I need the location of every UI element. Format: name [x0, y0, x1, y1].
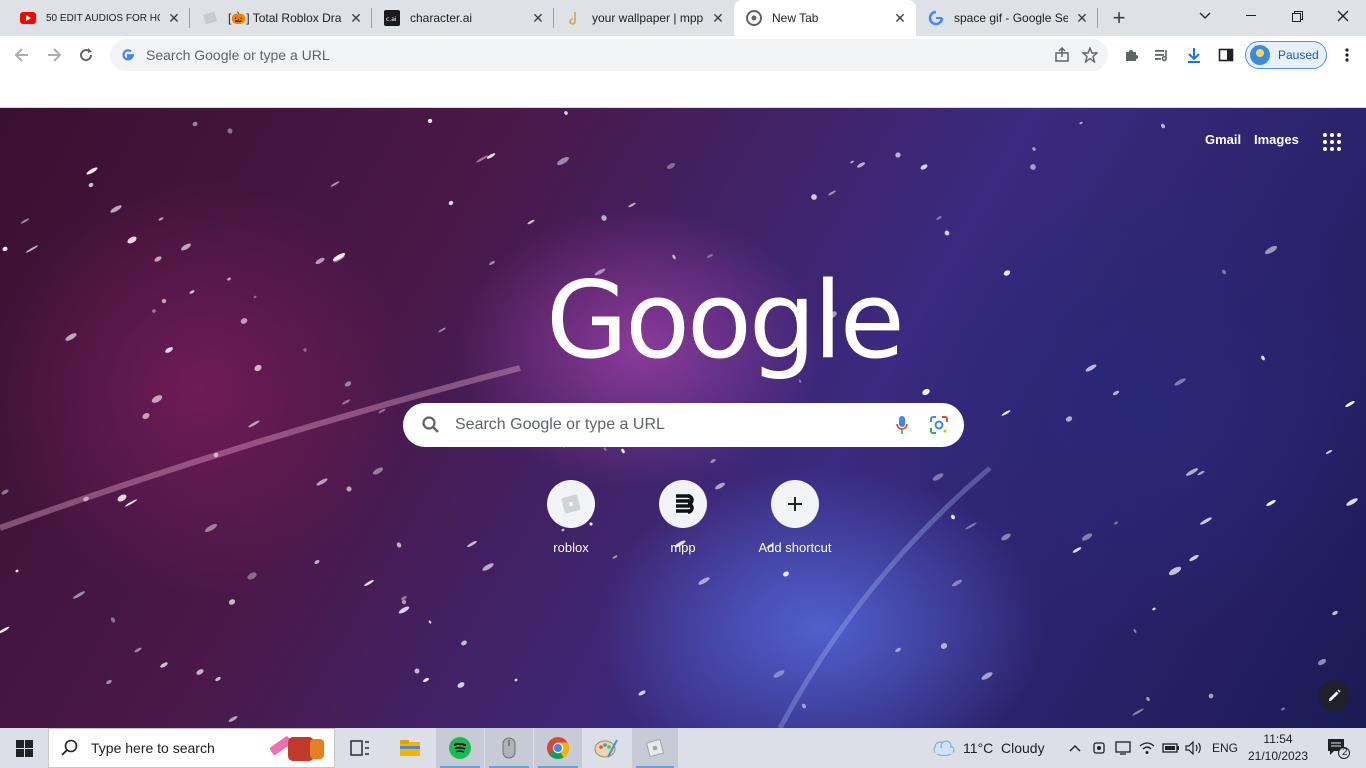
restore-icon[interactable] [1274, 0, 1320, 32]
roblox-icon [547, 480, 595, 528]
cloudy-weather-icon[interactable] [928, 728, 958, 768]
weather-description[interactable]: Cloudy [1001, 728, 1045, 768]
windows-taskbar: Type here to search 11°C Cloudy ENG 11:5… [0, 728, 1366, 768]
google-icon [928, 10, 944, 26]
mpp-icon [659, 480, 707, 528]
display-icon[interactable] [1112, 728, 1134, 768]
tab-title: New Tab [772, 11, 819, 25]
shortcut-label: Add shortcut [758, 540, 832, 555]
spotify-icon[interactable] [436, 728, 484, 768]
mouse-app-icon[interactable] [485, 728, 533, 768]
chrome-taskbar-icon[interactable] [534, 728, 582, 768]
close-icon[interactable]: ✕ [348, 10, 364, 26]
paint-icon[interactable] [583, 728, 629, 768]
tab-character-ai[interactable]: c.ai character.ai ✕ [372, 0, 554, 36]
menu-kebab-icon[interactable] [1333, 41, 1361, 69]
tab-title: 50 EDIT AUDIOS FOR HO [46, 12, 160, 24]
tab-google-search[interactable]: space gif - Google Se ✕ [916, 0, 1098, 36]
download-icon[interactable] [1180, 41, 1208, 69]
bookmark-star-icon[interactable] [1076, 41, 1104, 69]
profile-label: Paused [1278, 48, 1319, 62]
bookmarks-bar [0, 74, 1366, 108]
close-icon[interactable]: ✕ [710, 10, 726, 26]
google-apps-icon[interactable] [1320, 130, 1344, 154]
ntp-search-box[interactable]: Search Google or type a URL [403, 403, 964, 447]
tab-search-chevron-icon[interactable] [1182, 0, 1228, 32]
tab-title: character.ai [410, 11, 473, 25]
notification-count: 2 [1342, 747, 1348, 758]
search-icon [61, 739, 78, 756]
show-hidden-icons-chevron[interactable] [1064, 728, 1086, 768]
clock-date: 21/10/2023 [1247, 749, 1309, 763]
tab-strip: 50 EDIT AUDIOS FOR HO ✕ [🎃] Total Roblox… [0, 0, 1366, 36]
images-link[interactable]: Images [1254, 132, 1299, 147]
shortcut-add[interactable]: Add shortcut [739, 480, 851, 555]
tab-new-tab[interactable]: New Tab ✕ [734, 0, 916, 36]
close-icon[interactable]: ✕ [530, 10, 546, 26]
tab-roblox-page[interactable]: [🎃] Total Roblox Dra ✕ [190, 0, 372, 36]
volume-icon[interactable] [1183, 728, 1205, 768]
file-explorer-icon[interactable] [387, 728, 433, 768]
taskbar-clock[interactable]: 11:54 21/10/2023 [1242, 731, 1314, 765]
back-button[interactable] [8, 41, 36, 69]
taskbar-search-placeholder: Type here to search [91, 740, 215, 756]
tab-title: your wallpaper | mpp [592, 11, 704, 25]
extensions-icon[interactable] [1117, 41, 1145, 69]
youtube-icon [20, 10, 36, 26]
roblox-page-icon [202, 10, 218, 26]
gmail-link[interactable]: Gmail [1205, 132, 1241, 147]
mpp-icon [566, 10, 582, 26]
task-view-icon[interactable] [338, 728, 382, 768]
windows-start-icon[interactable] [0, 728, 48, 768]
address-bar-placeholder: Search Google or type a URL [146, 47, 330, 63]
close-icon[interactable]: ✕ [1074, 10, 1090, 26]
reload-button[interactable] [72, 41, 100, 69]
tab-mpp[interactable]: your wallpaper | mpp ✕ [554, 0, 734, 36]
clock-time: 11:54 [1263, 732, 1293, 746]
share-icon[interactable] [1048, 41, 1076, 69]
tab-title: space gif - Google Se [954, 11, 1068, 25]
shortcut-mpp[interactable]: mpp [627, 480, 739, 555]
taskbar-search-box[interactable]: Type here to search [48, 728, 335, 768]
profile-paused-button[interactable]: Paused [1245, 41, 1327, 69]
media-queue-icon[interactable] [1148, 41, 1176, 69]
toolbar: Search Google or type a URL Paused [0, 36, 1366, 74]
avatar [1250, 45, 1270, 65]
search-highlight-icon [269, 736, 324, 761]
tab-title: [🎃] Total Roblox Dra [228, 11, 342, 25]
google-lens-icon[interactable] [927, 413, 951, 437]
customize-pencil-icon[interactable] [1318, 680, 1350, 712]
weather-temperature[interactable]: 11°C [963, 728, 993, 768]
address-bar[interactable]: Search Google or type a URL [110, 39, 1108, 71]
new-tab-page: Gmail Images Google Search Google or typ… [0, 108, 1366, 728]
close-icon[interactable]: ✕ [892, 10, 908, 26]
new-tab-button[interactable]: + [1106, 5, 1132, 30]
roblox-taskbar-icon[interactable] [632, 728, 678, 768]
google-logo: Google [546, 259, 905, 382]
wifi-icon[interactable] [1136, 728, 1158, 768]
minimize-icon[interactable] [1228, 0, 1274, 32]
svg-text:c.ai: c.ai [386, 16, 397, 23]
meet-now-icon[interactable] [1088, 728, 1110, 768]
close-icon[interactable]: ✕ [166, 10, 182, 26]
google-icon [122, 49, 134, 61]
window-close-icon[interactable] [1320, 0, 1366, 32]
plus-icon [771, 480, 819, 528]
forward-button[interactable] [40, 41, 68, 69]
character-ai-icon: c.ai [384, 10, 400, 26]
side-panel-icon[interactable] [1212, 41, 1240, 69]
ntp-search-placeholder: Search Google or type a URL [455, 416, 665, 433]
notifications-icon[interactable]: 2 [1320, 728, 1356, 768]
microphone-icon[interactable] [890, 413, 914, 437]
shortcut-roblox[interactable]: roblox [515, 480, 627, 555]
shortcut-label: roblox [553, 540, 589, 555]
input-language[interactable]: ENG [1212, 728, 1238, 768]
search-icon [422, 416, 439, 433]
battery-icon[interactable] [1160, 728, 1182, 768]
shortcut-label: mpp [670, 540, 696, 555]
tab-youtube[interactable]: 50 EDIT AUDIOS FOR HO ✕ [8, 0, 190, 36]
chrome-icon [746, 10, 762, 26]
